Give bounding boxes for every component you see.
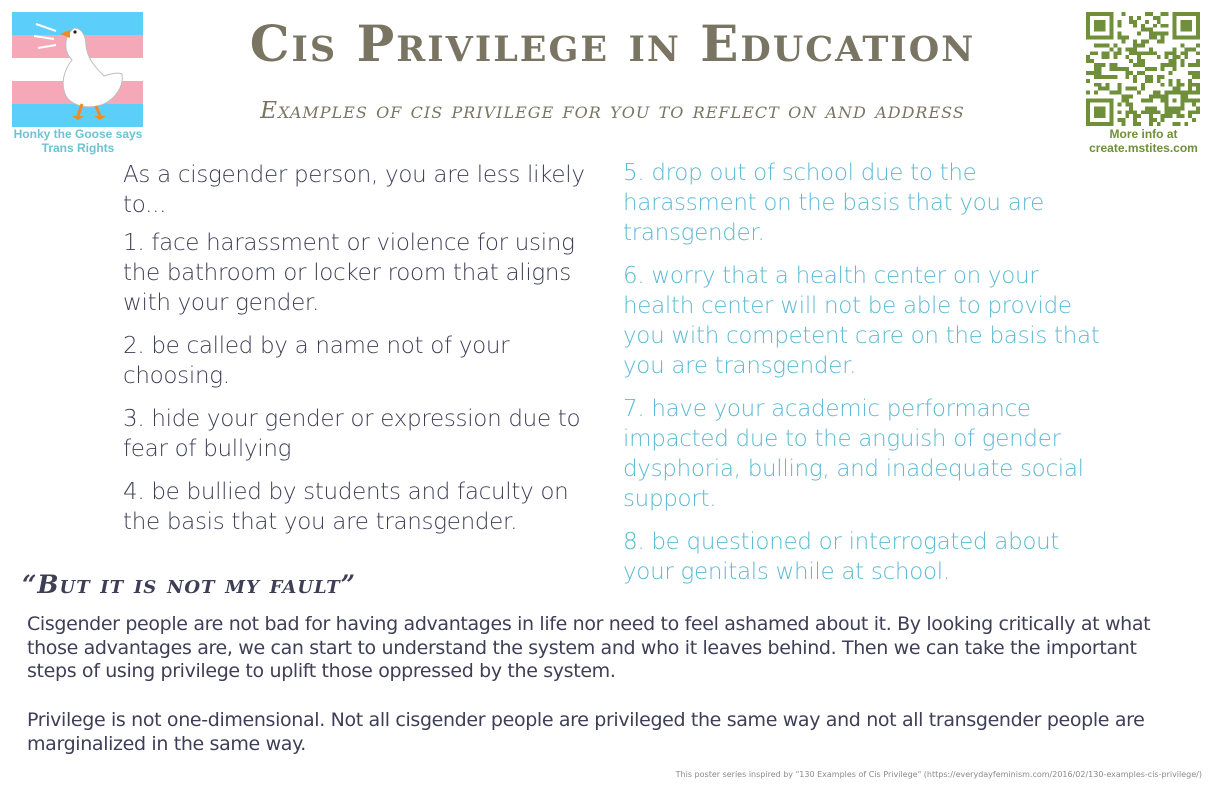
qr-caption-line1: More info at <box>1109 127 1178 141</box>
page-subtitle: Examples of cis privilege for you to ref… <box>260 98 965 124</box>
left-column: As a cisgender person, you are less like… <box>123 160 608 550</box>
page-title: Cis Privilege in Education <box>249 14 976 73</box>
list-item: 6. worry that a health center on your he… <box>623 263 1100 379</box>
list-item: 7. have your academic performance impact… <box>623 396 1084 512</box>
list-item: 5. drop out of school due to the harassm… <box>623 160 1045 246</box>
list-item: 4. be bullied by students and faculty on… <box>123 479 569 535</box>
goose-icon <box>33 23 123 120</box>
qr-code-icon[interactable] <box>1086 12 1200 126</box>
body-paragraph: Cisgender people are not bad for having … <box>27 613 1151 682</box>
list-item: 3. hide your gender or expression due to… <box>123 406 581 462</box>
intro-text: As a cisgender person, you are less like… <box>123 162 585 218</box>
qr-caption: More info at create.mstites.com <box>1076 127 1211 155</box>
list-item: 2. be called by a name not of your choos… <box>123 333 510 389</box>
logo-caption: Honky the Goose says Trans Rights <box>13 127 143 155</box>
footer-credit: This poster series inspired by "130 Exam… <box>675 770 1202 779</box>
list-item: 8. be questioned or interrogated about y… <box>623 529 1060 585</box>
qr-caption-link[interactable]: create.mstites.com <box>1076 141 1211 155</box>
body-paragraph: Privilege is not one-dimensional. Not al… <box>27 709 1145 755</box>
right-column: 5. drop out of school due to the harassm… <box>623 158 1103 600</box>
list-item: 1. face harassment or violence for using… <box>123 230 575 316</box>
section-heading: “But it is not my fault” <box>22 570 357 599</box>
goose-logo <box>12 12 143 127</box>
